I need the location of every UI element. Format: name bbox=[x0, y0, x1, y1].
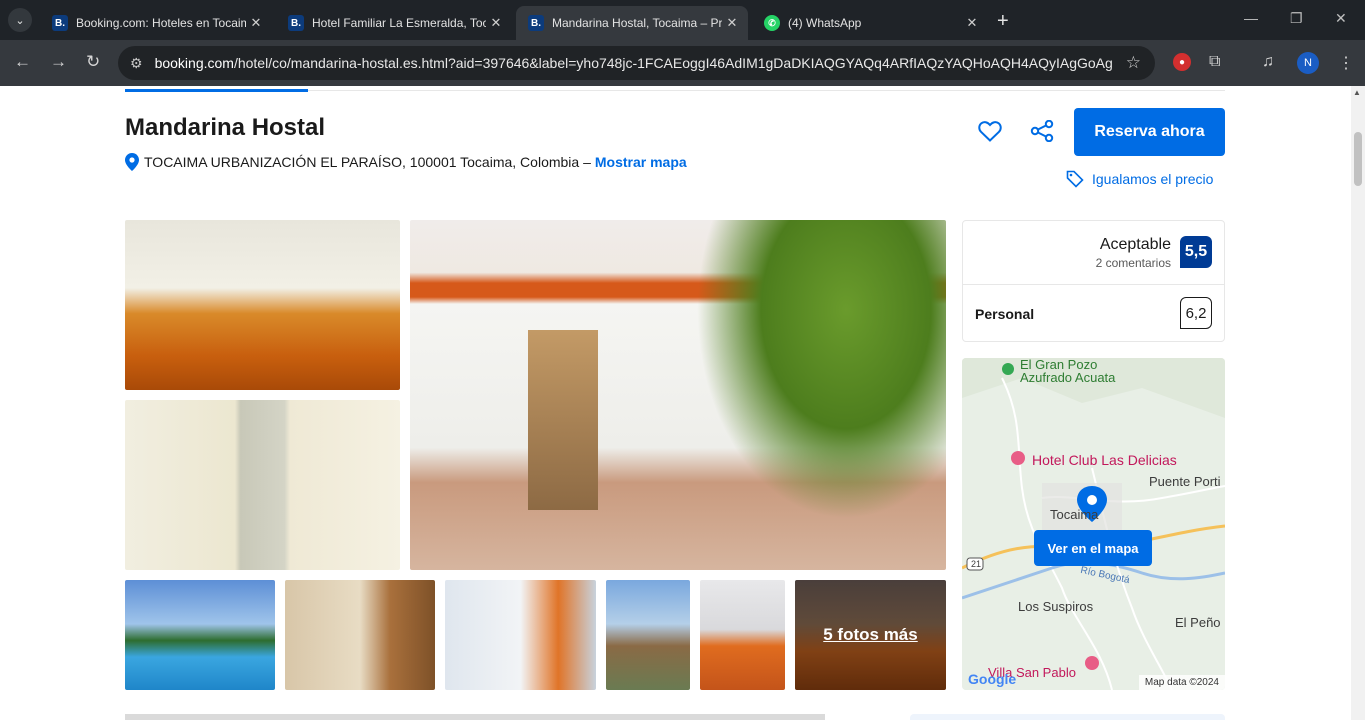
share-icon[interactable] bbox=[1030, 120, 1054, 142]
tab-whatsapp[interactable]: ✆ (4) WhatsApp ✕ bbox=[752, 6, 988, 40]
tab-title: Hotel Familiar La Esmeralda, Tocaima bbox=[312, 16, 486, 30]
tab-search-icon[interactable]: ⌄ bbox=[8, 8, 32, 32]
close-icon[interactable]: ✕ bbox=[486, 15, 506, 31]
page-content: Mandarina Hostal TOCAIMA URBANIZACIÓN EL… bbox=[0, 86, 1351, 720]
booking-favicon-icon: B. bbox=[288, 15, 304, 31]
scroll-up-icon[interactable]: ▲ bbox=[1353, 88, 1361, 97]
score-badge: 5,5 bbox=[1180, 236, 1212, 268]
price-match-label: Igualamos el precio bbox=[1092, 171, 1214, 187]
doorway-detail bbox=[528, 330, 598, 510]
map-copyright: Map data ©2024 bbox=[1138, 675, 1225, 690]
divider bbox=[963, 284, 1224, 285]
price-tag-icon bbox=[1066, 170, 1084, 188]
map-route-shield: 21 bbox=[971, 559, 982, 569]
gallery-thumb-room[interactable] bbox=[445, 580, 596, 690]
active-tab-indicator bbox=[125, 89, 308, 92]
back-icon[interactable]: ← bbox=[14, 52, 31, 72]
tab-title: (4) WhatsApp bbox=[788, 16, 862, 30]
map-label-club[interactable]: Hotel Club Las Delicias bbox=[1032, 452, 1177, 468]
page-scrollbar[interactable]: ▲ bbox=[1351, 86, 1365, 720]
map-roads bbox=[962, 358, 1225, 690]
review-count: 2 comentarios bbox=[1095, 256, 1171, 270]
map-label-tocaima: Tocaima bbox=[1050, 507, 1099, 522]
url-domain: booking.com bbox=[154, 55, 234, 71]
location-map[interactable]: El Gran Pozo Azufrado Acuata Hotel Club … bbox=[962, 358, 1225, 690]
nav-tabs-underline bbox=[125, 89, 1225, 92]
bookmark-star-icon[interactable]: ☆ bbox=[1126, 53, 1141, 73]
gallery-thumb-kitchen[interactable] bbox=[285, 580, 435, 690]
review-score-card[interactable]: Aceptable 2 comentarios 5,5 Personal 6,2 bbox=[962, 220, 1225, 342]
minimize-icon[interactable]: — bbox=[1244, 10, 1258, 26]
window-close-icon[interactable]: ✕ bbox=[1335, 10, 1347, 27]
url-text: booking.com/hotel/co/mandarina-hostal.es… bbox=[155, 55, 1112, 71]
close-icon[interactable]: ✕ bbox=[246, 15, 266, 31]
hotel-name: Mandarina Hostal bbox=[125, 114, 326, 141]
gallery-thumb-bedroom[interactable] bbox=[700, 580, 785, 690]
tree-foliage bbox=[696, 220, 946, 520]
gallery-thumb-more[interactable]: 5 fotos más bbox=[795, 580, 946, 690]
menu-kebab-icon[interactable]: ⋮ bbox=[1338, 53, 1354, 73]
booking-favicon-icon: B. bbox=[528, 15, 544, 31]
staff-score-badge: 6,2 bbox=[1180, 297, 1212, 329]
booking-favicon-icon: B. bbox=[52, 15, 68, 31]
whatsapp-favicon-icon: ✆ bbox=[764, 15, 780, 31]
scrollbar-thumb[interactable] bbox=[1354, 132, 1362, 186]
tab-hotel-familiar[interactable]: B. Hotel Familiar La Esmeralda, Tocaima … bbox=[276, 6, 512, 40]
url-path: /hotel/co/mandarina-hostal.es.html?aid=3… bbox=[233, 55, 1112, 71]
address-bar[interactable]: ⚙ booking.com/hotel/co/mandarina-hostal.… bbox=[118, 46, 1155, 80]
show-map-link[interactable]: Mostrar mapa bbox=[595, 154, 687, 170]
map-label-suspiros: Los Suspiros bbox=[1018, 599, 1094, 614]
extensions-puzzle-icon[interactable]: ⧉ bbox=[1209, 53, 1220, 71]
gallery-photo-bedroom[interactable] bbox=[125, 220, 400, 390]
site-info-icon[interactable]: ⚙ bbox=[130, 55, 143, 72]
tab-booking-hoteles[interactable]: B. Booking.com: Hoteles en Tocaima ✕ bbox=[40, 6, 272, 40]
profile-avatar[interactable]: N bbox=[1297, 52, 1319, 74]
google-logo: Google bbox=[968, 671, 1017, 687]
favorite-heart-icon[interactable] bbox=[978, 120, 1002, 142]
map-label-penon: El Peño bbox=[1175, 615, 1221, 630]
view-on-map-button[interactable]: Ver en el mapa bbox=[1034, 530, 1152, 566]
tab-mandarina-hostal[interactable]: B. Mandarina Hostal, Tocaima – Precios ✕ bbox=[516, 6, 748, 40]
gallery-photo-main-facade[interactable] bbox=[410, 220, 946, 570]
sidebar-card-preview bbox=[910, 714, 1225, 720]
close-icon[interactable]: ✕ bbox=[722, 15, 742, 31]
description-preview bbox=[125, 714, 825, 720]
staff-score-label: Personal bbox=[975, 306, 1035, 322]
media-controls-icon[interactable]: ♫ bbox=[1262, 53, 1274, 71]
browser-toolbar: ← → ↻ ⚙ booking.com/hotel/co/mandarina-h… bbox=[0, 40, 1365, 86]
gallery-thumb-hut[interactable] bbox=[606, 580, 690, 690]
address-text: TOCAIMA URBANIZACIÓN EL PARAÍSO, 100001 … bbox=[144, 154, 591, 170]
new-tab-icon[interactable]: + bbox=[997, 10, 1009, 33]
tab-title: Booking.com: Hoteles en Tocaima bbox=[76, 16, 246, 30]
extension-red-icon[interactable]: ● bbox=[1173, 53, 1191, 71]
price-match-link[interactable]: Igualamos el precio bbox=[1066, 170, 1213, 188]
close-icon[interactable]: ✕ bbox=[962, 15, 982, 31]
gallery-photo-bathroom[interactable] bbox=[125, 400, 400, 570]
hotel-address: TOCAIMA URBANIZACIÓN EL PARAÍSO, 100001 … bbox=[125, 153, 687, 171]
score-label: Aceptable bbox=[1099, 236, 1171, 253]
browser-tab-bar: ⌄ B. Booking.com: Hoteles en Tocaima ✕ B… bbox=[0, 0, 1365, 40]
map-label-pozo-2: Azufrado Acuata bbox=[1020, 370, 1116, 385]
reserve-now-button[interactable]: Reserva ahora bbox=[1074, 108, 1225, 156]
location-pin-icon bbox=[125, 153, 139, 171]
reload-icon[interactable]: ↻ bbox=[86, 52, 100, 72]
forward-icon[interactable]: → bbox=[50, 52, 67, 72]
map-label-puente: Puente Porti bbox=[1149, 474, 1221, 489]
maximize-icon[interactable]: ❐ bbox=[1290, 10, 1303, 27]
gallery-thumb-pool[interactable] bbox=[125, 580, 275, 690]
more-photos-label[interactable]: 5 fotos más bbox=[795, 580, 946, 690]
tab-title: Mandarina Hostal, Tocaima – Precios bbox=[552, 16, 722, 30]
